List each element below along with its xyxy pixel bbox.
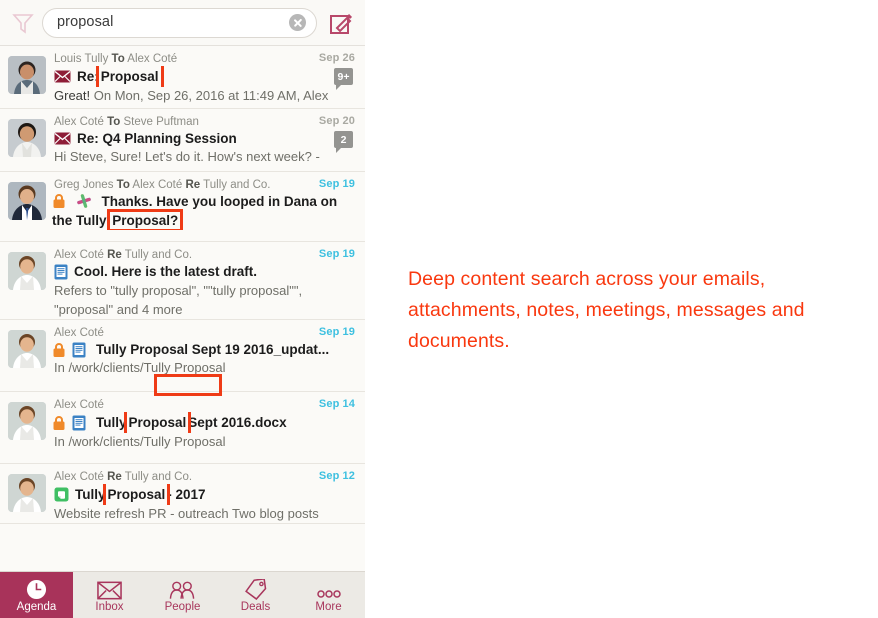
- list-item[interactable]: Alex Coté To Steve Puftman Re: Q4 Planni…: [0, 109, 365, 172]
- avatar: [8, 119, 46, 157]
- tab-deals-label: Deals: [240, 600, 271, 613]
- item-date: Sep 19: [318, 248, 355, 260]
- clear-circle-icon[interactable]: [289, 14, 306, 31]
- item-date: Sep 19: [318, 178, 355, 190]
- slack-icon: [76, 193, 92, 209]
- unread-badge: 9+: [334, 68, 353, 90]
- item-title: Re: Proposal: [54, 66, 355, 87]
- search-term-highlight: Proposal: [123, 412, 192, 433]
- search-term-highlight: Proposal: [102, 484, 171, 505]
- participants: Alex Coté: [54, 327, 104, 339]
- item-title: Cool. Here is the latest draft.: [54, 262, 355, 281]
- item-snippet: In /work/clients/Tully Proposal: [54, 434, 226, 449]
- list-item[interactable]: Louis Tully To Alex Coté Re: Proposal Gr…: [0, 46, 365, 109]
- envelope-icon: [54, 70, 71, 83]
- document-icon: [72, 342, 86, 358]
- avatar: [8, 182, 46, 220]
- envelope-icon: [54, 132, 71, 145]
- item-title-pre: Thanks. Have you looped in Dana on the T…: [52, 194, 338, 228]
- item-title-pre: Cool. Here is the latest draft.: [74, 264, 258, 279]
- caption-text: Deep content search across your emails, …: [408, 268, 805, 352]
- item-title-post: - 2017: [167, 487, 206, 502]
- search-bar: proposal: [0, 0, 365, 46]
- tab-agenda-label: Agenda: [16, 600, 57, 613]
- item-title-pre: Tully: [75, 487, 106, 502]
- item-title-pre: Tully Proposal Sept 19 2016_updat...: [96, 342, 330, 357]
- unread-badge: 2: [334, 131, 353, 153]
- item-snippet: Hi Steve, Sure! Let's do it. How's next …: [54, 149, 320, 164]
- tab-inbox[interactable]: Inbox: [73, 572, 146, 618]
- participants: Greg Jones To Alex Coté Re Tully and Co.: [54, 179, 271, 191]
- item-date: Sep 26: [318, 52, 355, 64]
- lock-icon: [52, 415, 66, 431]
- participants: Alex Coté Re Tully and Co.: [54, 471, 193, 483]
- document-icon: [72, 415, 86, 431]
- item-title: Thanks. Have you looped in Dana on the T…: [52, 192, 355, 230]
- document-icon: [54, 264, 68, 280]
- tab-more-label: More: [315, 600, 342, 613]
- item-snippet: Refers to "tully proposal", ""tully prop…: [54, 283, 303, 317]
- people-icon: [169, 578, 196, 600]
- participants: Alex Coté Re Tully and Co.: [54, 249, 193, 261]
- tab-agenda[interactable]: Agenda: [0, 572, 73, 618]
- bottom-tab-bar: Agenda Inbox People Deals More: [0, 571, 365, 618]
- item-title-pre: Re:: [77, 69, 99, 84]
- search-results-list[interactable]: Louis Tully To Alex Coté Re: Proposal Gr…: [0, 46, 365, 571]
- list-item[interactable]: Greg Jones To Alex Coté Re Tully and Co.: [0, 172, 365, 242]
- clock-icon: [26, 578, 47, 600]
- item-snippet: In /work/clients/Tully Proposal: [54, 359, 355, 377]
- evernote-icon: [54, 487, 69, 502]
- item-title: Tully Proposal Sept 2016.docx: [52, 412, 355, 433]
- lock-icon: [52, 193, 66, 209]
- list-item[interactable]: Alex Coté Re Tully and Co. Cool. Here is…: [0, 242, 365, 320]
- tab-people-label: People: [164, 600, 201, 613]
- funnel-icon[interactable]: [10, 9, 36, 37]
- mobile-app-panel: proposal Louis Tully To Alex Coté Re: Pr…: [0, 0, 365, 618]
- item-date: Sep 19: [318, 326, 355, 338]
- item-title-post: Sept 2016.docx: [188, 415, 287, 430]
- avatar: [8, 474, 46, 512]
- list-item[interactable]: Alex Coté Tully Proposal Sept 2016.docx …: [0, 392, 365, 464]
- participants: Alex Coté: [54, 399, 104, 411]
- item-title: Re: Q4 Planning Session: [54, 129, 355, 148]
- avatar: [8, 402, 46, 440]
- envelope-icon: [97, 578, 122, 600]
- search-input[interactable]: proposal: [42, 7, 317, 38]
- avatar: [8, 330, 46, 368]
- item-date: Sep 14: [318, 398, 355, 410]
- item-date: Sep 20: [318, 115, 355, 127]
- lock-icon: [52, 342, 66, 358]
- list-item[interactable]: Alex Coté Re Tully and Co. Tully Proposa…: [0, 464, 365, 524]
- item-title: Tully Proposal Sept 19 2016_updat...: [52, 340, 355, 359]
- avatar: [8, 56, 46, 94]
- item-snippet-text: In /work/clients/Tully Proposal: [54, 360, 226, 375]
- avatar: [8, 252, 46, 290]
- item-date: Sep 12: [318, 470, 355, 482]
- tag-icon: [244, 578, 267, 600]
- ellipsis-icon: [316, 578, 342, 600]
- item-title-pre: Tully: [96, 415, 127, 430]
- participants: Louis Tully To Alex Coté: [54, 53, 178, 65]
- item-title: Tully Proposal - 2017: [54, 484, 355, 505]
- item-snippet: Great! On Mon, Sep 26, 2016 at 11:49 AM,…: [54, 88, 329, 103]
- search-term-highlight: Proposal?: [107, 209, 184, 230]
- tab-people[interactable]: People: [146, 572, 219, 618]
- item-title-pre: Re: Q4 Planning Session: [77, 131, 237, 146]
- search-term-highlight: Proposal: [95, 66, 164, 87]
- item-snippet: Website refresh PR - outreach Two blog p…: [54, 506, 319, 521]
- tab-more[interactable]: More: [292, 572, 365, 618]
- compose-pencil-icon[interactable]: [327, 8, 355, 38]
- participants: Alex Coté To Steve Puftman: [54, 116, 199, 128]
- search-input-value: proposal: [57, 14, 114, 31]
- tab-deals[interactable]: Deals: [219, 572, 292, 618]
- tab-inbox-label: Inbox: [95, 600, 124, 613]
- list-item[interactable]: Alex Coté Tully Proposal Sept 19 2016_up…: [0, 320, 365, 396]
